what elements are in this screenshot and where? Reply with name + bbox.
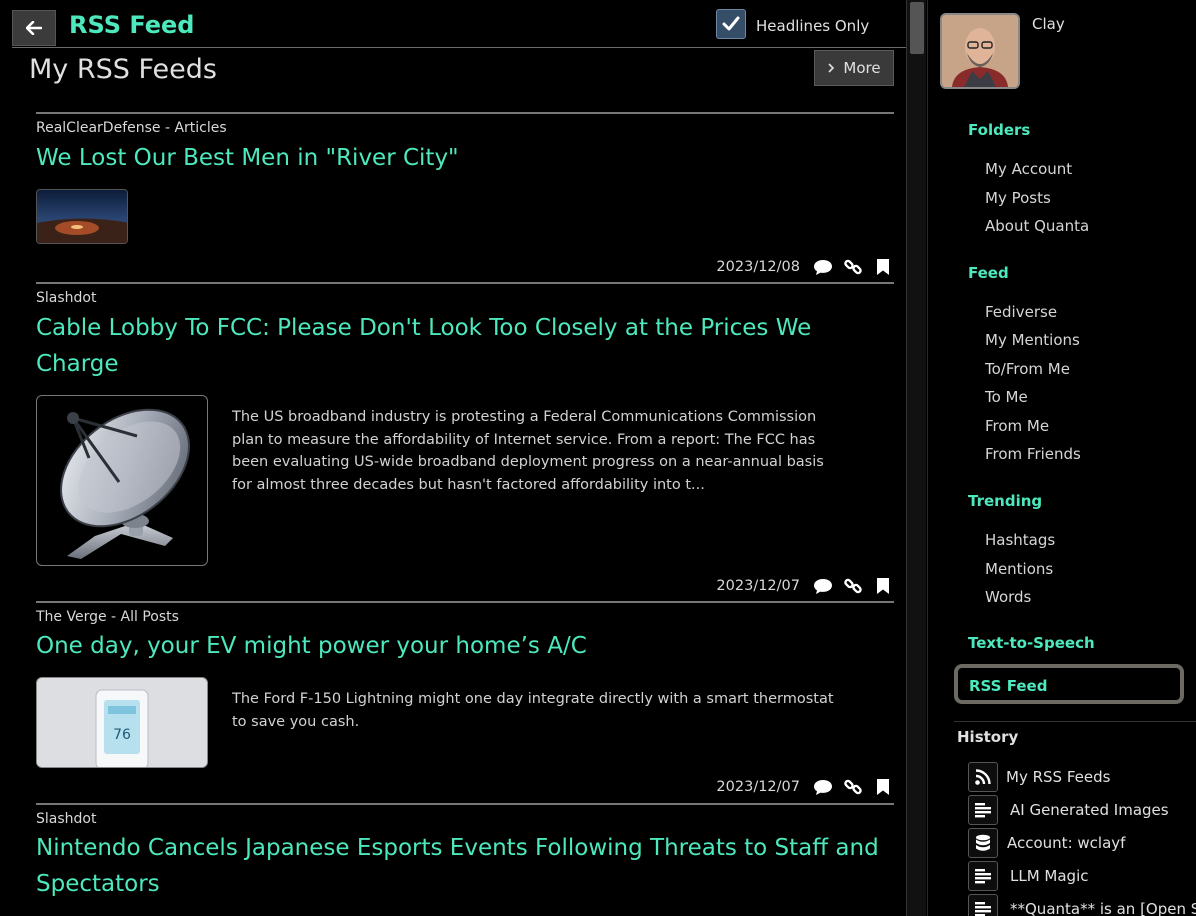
nav-fediverse[interactable]: Fediverse bbox=[985, 303, 1057, 321]
history-item-label: **Quanta** is an [Open So bbox=[1010, 900, 1196, 916]
history-item[interactable]: My RSS Feeds bbox=[968, 762, 1110, 792]
thermostat-image: 76 bbox=[37, 678, 207, 767]
page-title: RSS Feed bbox=[69, 11, 195, 39]
article-headline[interactable]: One day, your EV might power your home’s… bbox=[36, 628, 896, 664]
article-date: 2023/12/07 bbox=[716, 779, 800, 795]
scrollbar-thumb[interactable] bbox=[910, 2, 924, 54]
history-item[interactable]: AI Generated Images bbox=[968, 795, 1169, 825]
headlines-only-label[interactable]: Headlines Only bbox=[756, 17, 869, 35]
article-meta: 2023/12/08 bbox=[716, 256, 894, 278]
history-item[interactable]: LLM Magic bbox=[968, 861, 1089, 891]
right-sidebar: Clay Folders My Account My Posts About Q… bbox=[927, 0, 1196, 916]
divider bbox=[954, 721, 1196, 722]
nav-words[interactable]: Words bbox=[985, 588, 1031, 606]
article-description: The Ford F-150 Lightning might one day i… bbox=[232, 691, 834, 730]
comment-icon[interactable] bbox=[812, 776, 834, 798]
headlines-only-checkbox[interactable] bbox=[716, 9, 746, 39]
database-icon bbox=[968, 828, 998, 858]
link-icon[interactable] bbox=[842, 256, 864, 278]
nav-to-from-me[interactable]: To/From Me bbox=[985, 360, 1070, 378]
text-lines-icon bbox=[968, 861, 998, 891]
avatar[interactable] bbox=[940, 13, 1020, 89]
more-button-label: More bbox=[843, 59, 881, 77]
history-item-label: My RSS Feeds bbox=[1006, 768, 1111, 786]
article-source: The Verge - All Posts bbox=[36, 609, 179, 625]
section-trending[interactable]: Trending bbox=[968, 492, 1042, 510]
comment-icon[interactable] bbox=[812, 575, 834, 597]
nav-to-me[interactable]: To Me bbox=[985, 388, 1028, 406]
bookmark-icon[interactable] bbox=[872, 575, 894, 597]
thermostat-reading: 76 bbox=[113, 727, 131, 743]
divider bbox=[36, 803, 894, 805]
bookmark-icon[interactable] bbox=[872, 776, 894, 798]
rss-icon bbox=[968, 762, 998, 792]
history-item-label: LLM Magic bbox=[1010, 867, 1089, 885]
back-button[interactable] bbox=[12, 10, 56, 46]
nav-from-friends[interactable]: From Friends bbox=[985, 445, 1081, 463]
article-thumbnail[interactable] bbox=[36, 395, 208, 566]
article-meta: 2023/12/07 bbox=[716, 575, 894, 597]
night-landscape-image bbox=[37, 190, 127, 243]
satellite-dish-image bbox=[60, 408, 190, 559]
comment-icon[interactable] bbox=[812, 256, 834, 278]
top-bar: RSS Feed Headlines Only bbox=[12, 8, 906, 48]
divider bbox=[36, 601, 894, 603]
nav-my-posts[interactable]: My Posts bbox=[985, 189, 1051, 207]
article-headline[interactable]: Nintendo Cancels Japanese Esports Events… bbox=[36, 830, 896, 902]
nav-hashtags[interactable]: Hashtags bbox=[985, 531, 1055, 549]
arrow-left-icon bbox=[26, 21, 42, 35]
article-source: Slashdot bbox=[36, 290, 97, 306]
main-scrollbar[interactable] bbox=[906, 0, 926, 916]
article-headline[interactable]: We Lost Our Best Men in "River City" bbox=[36, 140, 896, 176]
main-content: RSS Feed Headlines Only My RSS Feeds Mor… bbox=[0, 0, 906, 916]
section-folders[interactable]: Folders bbox=[968, 121, 1030, 139]
nav-about-quanta[interactable]: About Quanta bbox=[985, 217, 1089, 235]
article-meta: 2023/12/07 bbox=[716, 776, 894, 798]
article-thumbnail[interactable]: 76 bbox=[36, 677, 208, 768]
history-title: History bbox=[957, 728, 1019, 746]
feed-list-title: My RSS Feeds bbox=[29, 54, 217, 85]
link-icon[interactable] bbox=[842, 776, 864, 798]
divider bbox=[36, 282, 894, 284]
nav-text-to-speech[interactable]: Text-to-Speech bbox=[968, 634, 1095, 652]
nav-rss-feed-active[interactable]: RSS Feed bbox=[954, 664, 1184, 704]
divider bbox=[36, 112, 894, 114]
nav-mentions[interactable]: Mentions bbox=[985, 560, 1053, 578]
checkmark-icon bbox=[722, 16, 740, 31]
text-lines-icon bbox=[968, 795, 998, 825]
text-lines-icon bbox=[968, 894, 998, 916]
nav-my-account[interactable]: My Account bbox=[985, 160, 1072, 178]
article-source: Slashdot bbox=[36, 811, 97, 827]
user-name[interactable]: Clay bbox=[1032, 15, 1065, 33]
history-item-label: AI Generated Images bbox=[1010, 801, 1169, 819]
nav-from-me[interactable]: From Me bbox=[985, 417, 1049, 435]
history-item[interactable]: Account: wclayf bbox=[968, 828, 1125, 858]
article-source: RealClearDefense - Articles bbox=[36, 120, 227, 136]
article-thumbnail[interactable] bbox=[36, 189, 128, 244]
article-description: The US broadband industry is protesting … bbox=[232, 409, 824, 493]
article-date: 2023/12/08 bbox=[716, 259, 800, 275]
history-item[interactable]: **Quanta** is an [Open So bbox=[968, 894, 1196, 916]
article-date: 2023/12/07 bbox=[716, 578, 800, 594]
more-button[interactable]: More bbox=[814, 50, 894, 86]
chevron-right-icon bbox=[828, 63, 835, 73]
bookmark-icon[interactable] bbox=[872, 256, 894, 278]
article-headline[interactable]: Cable Lobby To FCC: Please Don't Look To… bbox=[36, 310, 896, 382]
nav-my-mentions[interactable]: My Mentions bbox=[985, 331, 1080, 349]
user-photo bbox=[942, 15, 1018, 87]
section-feed[interactable]: Feed bbox=[968, 264, 1009, 282]
nav-rss-feed-label: RSS Feed bbox=[969, 677, 1048, 695]
link-icon[interactable] bbox=[842, 575, 864, 597]
history-item-label: Account: wclayf bbox=[1007, 834, 1126, 852]
